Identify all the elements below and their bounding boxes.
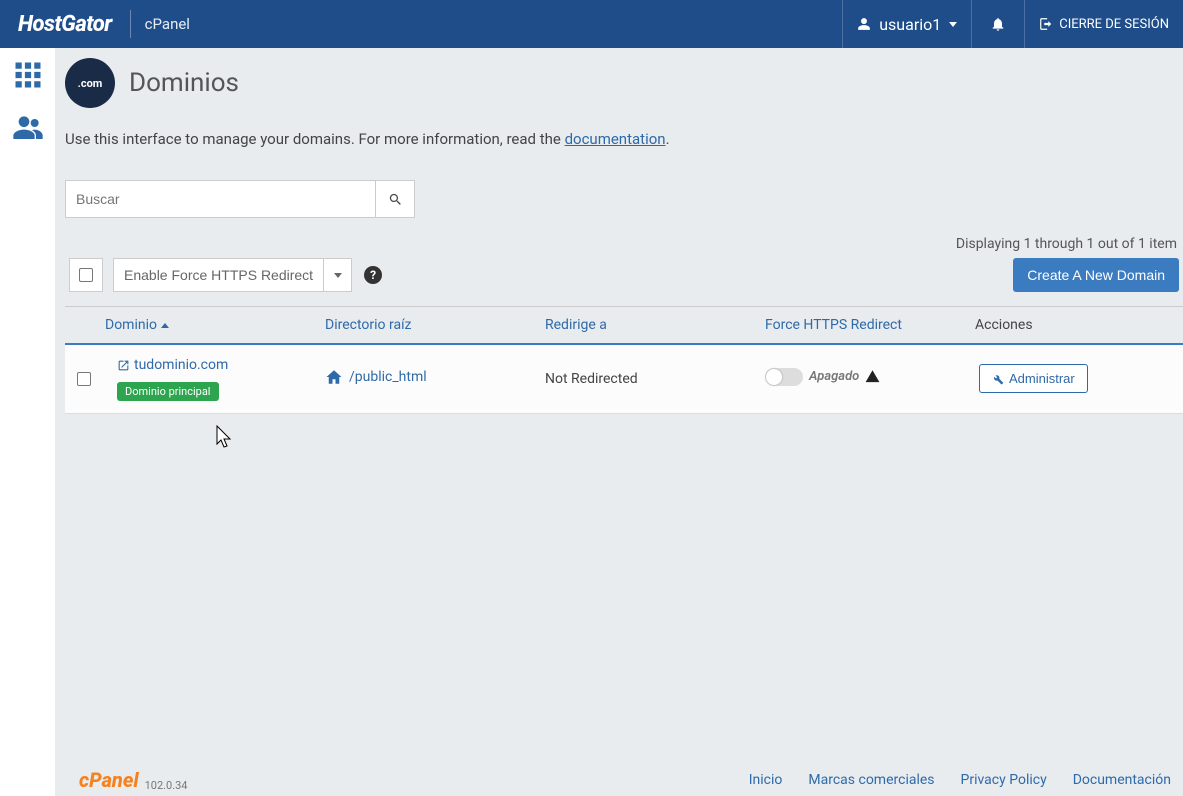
search-button[interactable] [375,180,415,218]
domains-table: Dominio Directorio raíz Redirige a Force… [65,306,1183,414]
manage-button[interactable]: Administrar [979,364,1088,393]
footer-privacy-link[interactable]: Privacy Policy [961,772,1047,788]
cpanel-logo: cPanel [79,768,139,792]
sidebar [0,48,55,796]
hostgator-logo: HostGator [0,12,130,37]
table-header: Dominio Directorio raíz Redirige a Force… [65,307,1183,345]
enable-https-dropdown[interactable] [324,258,352,292]
pagination-info: Displaying 1 through 1 out of 1 item [956,236,1183,252]
create-domain-button[interactable]: Create A New Domain [1013,258,1179,292]
column-domain[interactable]: Dominio [105,317,325,333]
redirect-status: Not Redirected [545,371,765,387]
footer-home-link[interactable]: Inicio [749,772,783,788]
column-root[interactable]: Directorio raíz [325,317,545,333]
bell-icon [990,16,1006,32]
logout-icon [1039,17,1053,31]
users-icon [12,111,44,143]
version-label: 102.0.34 [145,779,188,792]
footer: cPanel 102.0.34 Inicio Marcas comerciale… [65,758,1183,796]
column-https[interactable]: Force HTTPS Redirect [765,317,975,333]
checkbox-icon [79,268,93,282]
notifications-button[interactable] [971,0,1024,48]
documentation-link[interactable]: documentation [565,130,666,148]
main-content: .com Dominios Use this interface to mana… [55,48,1183,796]
primary-domain-badge: Dominio principal [117,382,219,401]
enable-https-button[interactable]: Enable Force HTTPS Redirect [113,258,324,292]
logout-button[interactable]: CIERRE DE SESIÓN [1024,0,1183,48]
root-directory-link[interactable]: /public_html [325,368,427,386]
sidebar-apps-button[interactable] [11,58,45,92]
home-icon [325,368,343,386]
table-row: tudominio.com Dominio principal /public_… [65,345,1183,414]
footer-docs-link[interactable]: Documentación [1073,772,1171,788]
cpanel-label: cPanel [131,15,204,33]
column-redirect[interactable]: Redirige a [545,317,765,333]
search-icon [388,192,403,207]
page-title: Dominios [129,68,239,98]
footer-trademarks-link[interactable]: Marcas comerciales [808,772,934,788]
top-header: HostGator cPanel usuario1 CIERRE DE SESI… [0,0,1183,48]
toggle-state-label: Apagado [809,369,859,384]
sidebar-users-button[interactable] [11,110,45,144]
page-icon: .com [65,58,115,108]
wrench-icon [992,373,1004,385]
username: usuario1 [879,15,941,34]
warning-icon [865,369,880,384]
https-toggle[interactable]: Apagado [765,368,880,386]
external-link-icon [117,359,130,372]
select-all-checkbox[interactable] [69,258,103,292]
row-checkbox[interactable] [77,372,91,386]
chevron-down-icon [949,22,957,27]
user-menu[interactable]: usuario1 [842,0,971,48]
column-actions: Acciones [975,317,1183,333]
sort-asc-icon [161,323,169,328]
help-icon[interactable]: ? [364,266,382,284]
domain-link[interactable]: tudominio.com [105,357,228,373]
user-icon [857,17,871,31]
page-description: Use this interface to manage your domain… [65,130,1183,148]
chevron-down-icon [334,273,342,278]
logout-label: CIERRE DE SESIÓN [1059,17,1169,32]
grid-icon [13,60,43,90]
search-input[interactable] [65,180,375,218]
